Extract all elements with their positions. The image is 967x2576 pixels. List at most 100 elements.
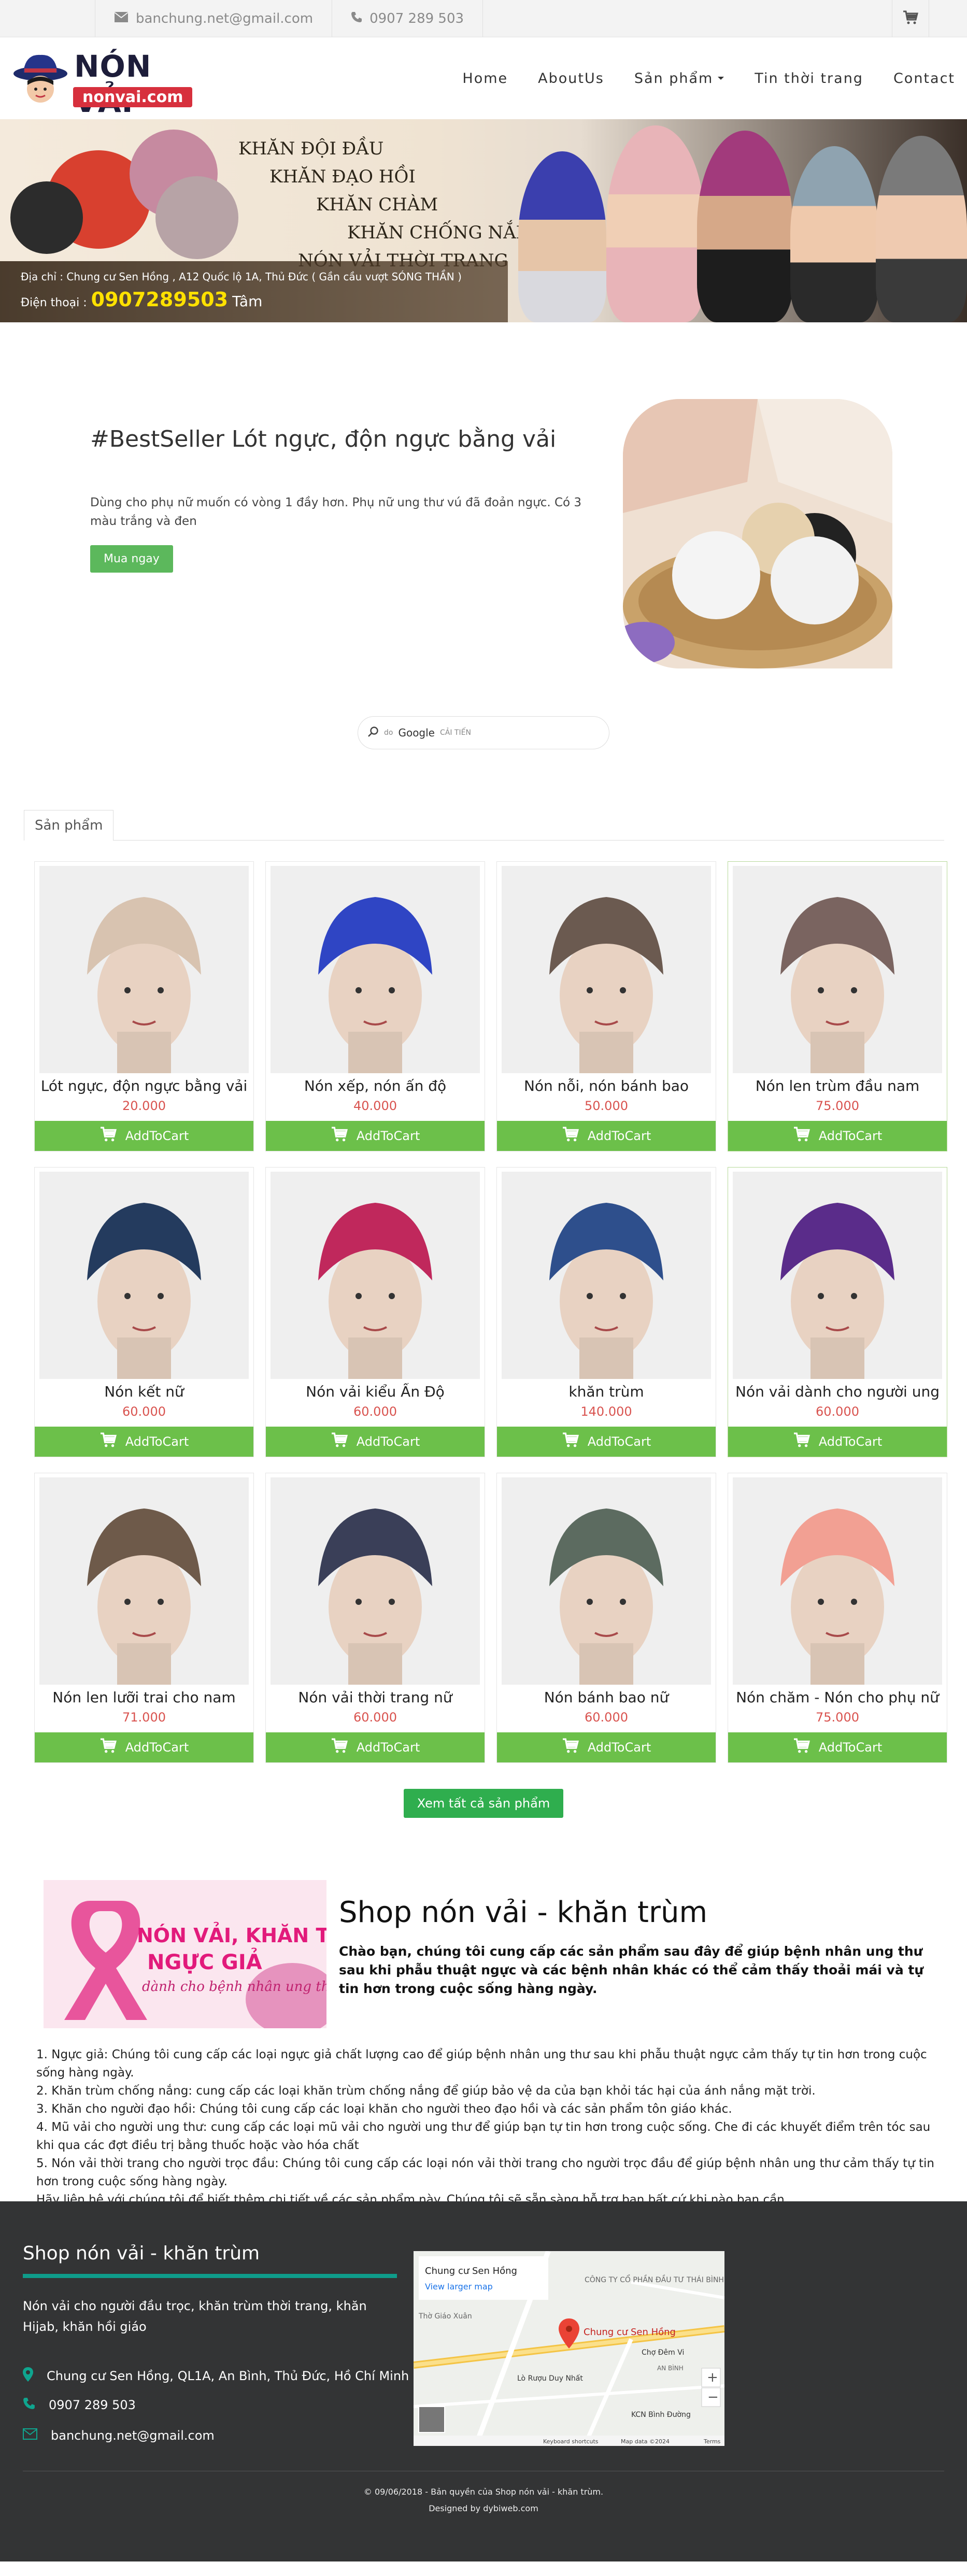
add-to-cart-button[interactable]: AddToCart [266,1732,485,1762]
tab-products[interactable]: Sản phẩm [24,810,114,841]
map-footer-label: Map data ©2024 [621,2438,670,2445]
add-to-cart-button[interactable]: AddToCart [266,1427,485,1457]
product-image[interactable] [39,1477,249,1685]
phone-icon [351,11,362,26]
footer-phone: 0907 289 503 [49,2398,136,2412]
products-section: Sản phẩm Lót ngực, độn ngực bằng vải 20.0… [0,809,967,1818]
intro-list-item: 1. Ngực giả: Chúng tôi cung cấp các loại… [36,2048,927,2080]
product-card[interactable]: Nón len trùm đầu nam 75.000 AddToCart [728,861,947,1151]
product-card[interactable]: Nón chăm - Nón cho phụ nữ 75.000 AddToCart [728,1473,947,1763]
product-image[interactable] [733,866,942,1073]
add-to-cart-button[interactable]: AddToCart [728,1732,947,1762]
product-name[interactable]: Nón chăm - Nón cho phụ nữ [732,1689,943,1706]
product-card[interactable]: Lót ngực, độn ngực bằng vải 20.000 AddToCa… [34,861,254,1151]
banner-model [518,151,606,322]
site-logo[interactable]: NÓN VẢI nonvai.com [12,45,193,119]
top-bar: banchung.net@gmail.com 0907 289 503 [0,0,967,37]
add-to-cart-button[interactable]: AddToCart [728,1427,947,1457]
footer-phone-row[interactable]: 0907 289 503 [23,2397,136,2413]
banner-model [876,136,967,322]
product-image[interactable] [502,1477,711,1685]
product-image[interactable] [502,1172,711,1379]
add-to-cart-label: AddToCart [356,1434,420,1449]
topbar-email[interactable]: banchung.net@gmail.com [95,0,332,37]
add-to-cart-button[interactable]: AddToCart [35,1121,253,1151]
product-name[interactable]: Nón vải dành cho người ung [732,1383,943,1400]
product-name[interactable]: Nón vải thời trang nữ [270,1689,480,1706]
map-place-name: Chung cư Sen Hồng [425,2266,517,2276]
product-card[interactable]: Nón vải thời trang nữ 60.000 AddToCart [265,1473,485,1763]
product-image[interactable] [39,866,249,1073]
map-label: Chợ Đêm Vi [642,2349,684,2357]
product-name[interactable]: Nón len trùm đầu nam [732,1077,943,1094]
banner-phone-name: Tâm [232,293,263,310]
map-zoom-in-icon: + [707,2370,718,2385]
bestseller-title: #BestSeller Lót ngực, độn ngực bằng vải [90,426,557,452]
nav-fashion-news[interactable]: Tin thời trang [755,70,863,87]
banner-address: Địa chỉ : Chung cư Sen Hồng , A12 Quốc l… [21,271,462,283]
add-to-cart-button[interactable]: AddToCart [497,1732,716,1762]
product-name[interactable]: Nón kết nữ [39,1383,249,1400]
product-name[interactable]: Nón bánh bao nữ [501,1689,712,1706]
product-card[interactable]: Nón xếp, nón ấn độ 40.000 AddToCart [265,861,485,1151]
logo-hat-icon [13,54,67,103]
footer-copyright: © 09/06/2018 - Bản quyền của Shop nón vả… [0,2484,967,2517]
search-area: do Google CẢI TIẾN [0,716,967,809]
intro-lead: Chào bạn, chúng tôi cung cấp các sản phẩ… [339,1944,924,1996]
product-price: 60.000 [353,1710,397,1725]
footer-desc: Nón vải cho người đầu trọc, khăn trùm th… [23,2299,367,2334]
designed-by-link[interactable]: Designed by dybiweb.com [0,2500,967,2517]
nav-aboutus[interactable]: AboutUs [538,70,604,87]
add-to-cart-button[interactable]: AddToCart [728,1121,947,1151]
product-name[interactable]: Nón nỗi, nón bánh bao [501,1077,712,1094]
product-image[interactable] [271,866,480,1073]
add-to-cart-label: AddToCart [125,1129,189,1143]
banner-black-turban [10,181,83,254]
nav-home[interactable]: Home [462,70,508,87]
product-price: 71.000 [122,1710,166,1725]
map-footer-label: Keyboard shortcuts [543,2438,599,2445]
product-image[interactable] [733,1172,942,1379]
buy-now-button[interactable]: Mua ngay [90,545,173,573]
product-image[interactable] [271,1477,480,1685]
product-image[interactable] [733,1477,942,1685]
product-name[interactable]: Nón xếp, nón ấn độ [270,1077,480,1094]
product-image[interactable] [502,866,711,1073]
nav-products[interactable]: Sản phẩm [634,70,724,87]
shopping-cart-icon [562,1127,579,1145]
banner-line: KHĂN ĐỘI ĐẦU [238,138,384,159]
product-card[interactable]: Nón kết nữ 60.000 AddToCart [34,1167,254,1457]
product-name[interactable]: khăn trùm [501,1383,712,1400]
add-to-cart-button[interactable]: AddToCart [266,1121,485,1151]
add-to-cart-button[interactable]: AddToCart [497,1121,716,1151]
main-nav: Home AboutUs Sản phẩm Tin thời trang Con… [462,70,955,87]
footer-title-underline [23,2274,397,2278]
shopping-cart-icon [903,10,918,27]
banner-phone[interactable]: 0907289503 [91,288,228,311]
product-card[interactable]: Nón len lưỡi trai cho nam 71.000 AddToCart [34,1473,254,1763]
product-image[interactable] [39,1172,249,1379]
cart-button[interactable] [892,0,929,37]
add-to-cart-button[interactable]: AddToCart [35,1427,253,1457]
product-card[interactable]: Nón bánh bao nữ 60.000 AddToCart [496,1473,716,1763]
nav-contact[interactable]: Contact [893,70,955,87]
product-name[interactable]: Nón vải kiểu Ấn Độ [270,1383,480,1400]
add-to-cart-button[interactable]: AddToCart [497,1427,716,1457]
product-card[interactable]: Nón nỗi, nón bánh bao 50.000 AddToCart [496,861,716,1151]
product-card[interactable]: Nón vải kiểu Ấn Độ 60.000 AddToCart [265,1167,485,1457]
banner-line: KHĂN ĐẠO HỒI [269,166,416,187]
google-search-input[interactable]: do Google CẢI TIẾN [358,716,609,749]
add-to-cart-label: AddToCart [818,1434,883,1449]
google-map-embed[interactable]: Chung cư Sen Hồng View larger map CÔNG T… [414,2251,724,2446]
product-card[interactable]: Nón vải dành cho người ung 60.000 AddToCar… [728,1167,947,1457]
product-image[interactable] [271,1172,480,1379]
product-name[interactable]: Lót ngực, độn ngực bằng vải [39,1077,249,1094]
shopping-cart-icon [562,1738,579,1757]
add-to-cart-button[interactable]: AddToCart [35,1732,253,1762]
product-name[interactable]: Nón len lưỡi trai cho nam [39,1689,249,1706]
product-card[interactable]: khăn trùm 140.000 AddToCart [496,1167,716,1457]
footer-email-row[interactable]: banchung.net@gmail.com [23,2428,215,2443]
intro-image-line2: NGỰC GIẢ [147,1947,262,1974]
topbar-phone[interactable]: 0907 289 503 [332,0,483,37]
view-all-products-button[interactable]: Xem tất cả sản phẩm [403,1789,564,1818]
